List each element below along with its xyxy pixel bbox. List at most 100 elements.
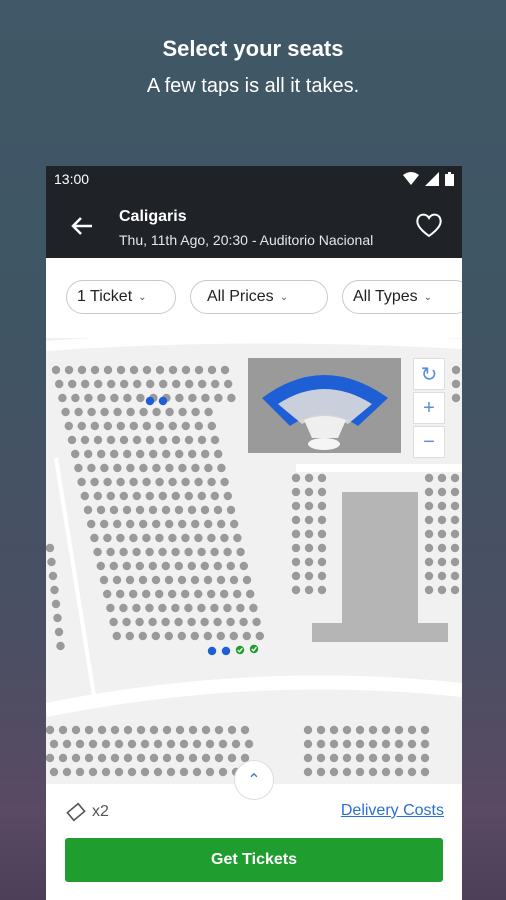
seat[interactable] — [355, 767, 365, 777]
seat[interactable] — [75, 767, 85, 777]
seat[interactable] — [317, 585, 327, 595]
seat[interactable] — [207, 533, 216, 543]
seat[interactable] — [181, 421, 190, 431]
seat[interactable] — [136, 725, 146, 735]
seat[interactable] — [190, 631, 199, 641]
seat[interactable] — [142, 477, 151, 487]
seat[interactable] — [451, 379, 461, 389]
seat[interactable] — [100, 463, 109, 473]
seat[interactable] — [187, 617, 196, 627]
seat[interactable] — [84, 449, 93, 459]
seat[interactable] — [304, 557, 314, 567]
seat[interactable] — [450, 557, 460, 567]
seat[interactable] — [142, 421, 151, 431]
seat[interactable] — [152, 463, 161, 473]
seat[interactable] — [64, 421, 73, 431]
seat[interactable] — [394, 739, 404, 749]
seat[interactable] — [381, 767, 391, 777]
seat[interactable] — [107, 379, 116, 389]
seat[interactable] — [437, 557, 447, 567]
seat[interactable] — [187, 505, 197, 515]
seat[interactable] — [153, 739, 163, 749]
seat[interactable] — [158, 603, 167, 613]
seat[interactable] — [424, 529, 434, 539]
seat[interactable] — [329, 753, 339, 763]
seat-chosen[interactable] — [249, 644, 259, 654]
seat[interactable] — [84, 393, 93, 403]
seat[interactable] — [342, 767, 352, 777]
seat[interactable] — [109, 505, 119, 515]
seat[interactable] — [127, 739, 137, 749]
seat[interactable] — [129, 533, 138, 543]
seat[interactable] — [51, 365, 61, 375]
seat[interactable] — [74, 463, 83, 473]
seat[interactable] — [246, 589, 255, 599]
seat[interactable] — [304, 473, 314, 483]
seat[interactable] — [291, 529, 301, 539]
seat[interactable] — [77, 477, 86, 487]
seat[interactable] — [407, 739, 417, 749]
seat[interactable] — [207, 365, 217, 375]
seat[interactable] — [51, 599, 61, 609]
seat[interactable] — [450, 487, 460, 497]
seat[interactable] — [210, 491, 219, 501]
seat[interactable] — [126, 407, 135, 417]
seat[interactable] — [437, 543, 447, 553]
seat[interactable] — [201, 753, 211, 763]
filter-prices[interactable]: All Prices ⌄ — [190, 280, 328, 314]
seat[interactable] — [239, 617, 248, 627]
seat[interactable] — [166, 739, 176, 749]
seat[interactable] — [110, 753, 120, 763]
seat[interactable] — [214, 753, 224, 763]
seat[interactable] — [211, 379, 220, 389]
seat[interactable] — [103, 477, 112, 487]
seat[interactable] — [93, 435, 103, 445]
seat[interactable] — [136, 753, 146, 763]
seat[interactable] — [129, 589, 138, 599]
venue-minimap[interactable] — [248, 358, 401, 453]
seat[interactable] — [171, 491, 180, 501]
seat[interactable] — [110, 393, 119, 403]
seat[interactable] — [119, 435, 129, 445]
seat[interactable] — [194, 477, 203, 487]
seat[interactable] — [450, 501, 460, 511]
seat[interactable] — [184, 435, 194, 445]
seat[interactable] — [317, 487, 327, 497]
seat[interactable] — [450, 543, 460, 553]
seat[interactable] — [171, 547, 180, 557]
seat[interactable] — [129, 421, 138, 431]
seat[interactable] — [342, 753, 352, 763]
seat[interactable] — [126, 519, 135, 529]
seat[interactable] — [420, 739, 430, 749]
seat[interactable] — [145, 491, 154, 501]
seat[interactable] — [394, 767, 404, 777]
seat[interactable] — [207, 421, 216, 431]
seat[interactable] — [148, 505, 158, 515]
seat[interactable] — [218, 767, 228, 777]
seat[interactable] — [49, 739, 59, 749]
seat[interactable] — [168, 421, 177, 431]
seat[interactable] — [407, 767, 417, 777]
seat[interactable] — [81, 379, 90, 389]
seat[interactable] — [149, 449, 158, 459]
seat[interactable] — [165, 463, 174, 473]
seat[interactable] — [240, 725, 250, 735]
seat[interactable] — [198, 379, 207, 389]
seat[interactable] — [110, 725, 120, 735]
seat[interactable] — [152, 519, 161, 529]
seat[interactable] — [136, 449, 145, 459]
seat[interactable] — [162, 753, 172, 763]
seat[interactable] — [177, 631, 186, 641]
seat[interactable] — [138, 575, 148, 585]
seat[interactable] — [77, 365, 87, 375]
filter-tickets[interactable]: 1 Ticket ⌄ — [66, 280, 176, 314]
seat[interactable] — [194, 533, 203, 543]
seat[interactable] — [317, 515, 327, 525]
seat[interactable] — [74, 407, 83, 417]
seat[interactable] — [424, 487, 434, 497]
seat[interactable] — [437, 571, 447, 581]
seat[interactable] — [145, 603, 154, 613]
seat[interactable] — [116, 421, 126, 431]
seat[interactable] — [83, 505, 93, 515]
seat[interactable] — [165, 519, 174, 529]
